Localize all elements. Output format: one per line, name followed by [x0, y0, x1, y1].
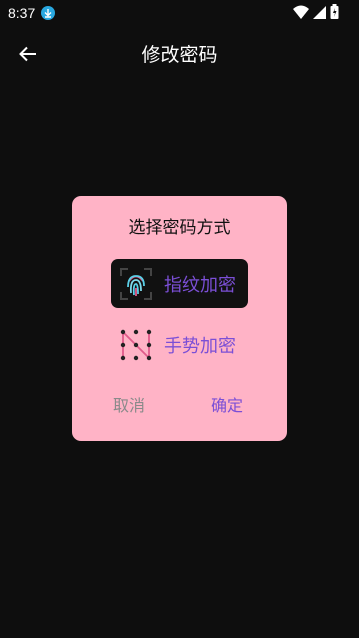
password-method-dialog: 选择密码方式 指纹加密 手势加密 取消 确定 [72, 196, 287, 441]
gesture-pattern-icon [119, 328, 153, 362]
cancel-button[interactable]: 取消 [113, 392, 145, 416]
status-time: 8:37 [8, 5, 36, 21]
option-fingerprint[interactable]: 指纹加密 [111, 259, 248, 308]
option-gesture-label: 手势加密 [164, 335, 236, 357]
confirm-button[interactable]: 确定 [211, 392, 243, 416]
status-bar: 8:37 [0, 0, 359, 26]
page-title: 修改密码 [141, 44, 218, 66]
download-icon [41, 6, 56, 20]
battery-icon [330, 4, 339, 19]
app-bar: 修改密码 [0, 26, 359, 82]
fingerprint-icon [119, 267, 153, 301]
wifi-icon [293, 5, 309, 19]
dialog-title: 选择密码方式 [128, 218, 231, 238]
signal-icon [313, 5, 326, 19]
option-gesture[interactable]: 手势加密 [111, 320, 248, 369]
status-icons [293, 4, 339, 19]
option-fingerprint-label: 指纹加密 [164, 274, 236, 296]
